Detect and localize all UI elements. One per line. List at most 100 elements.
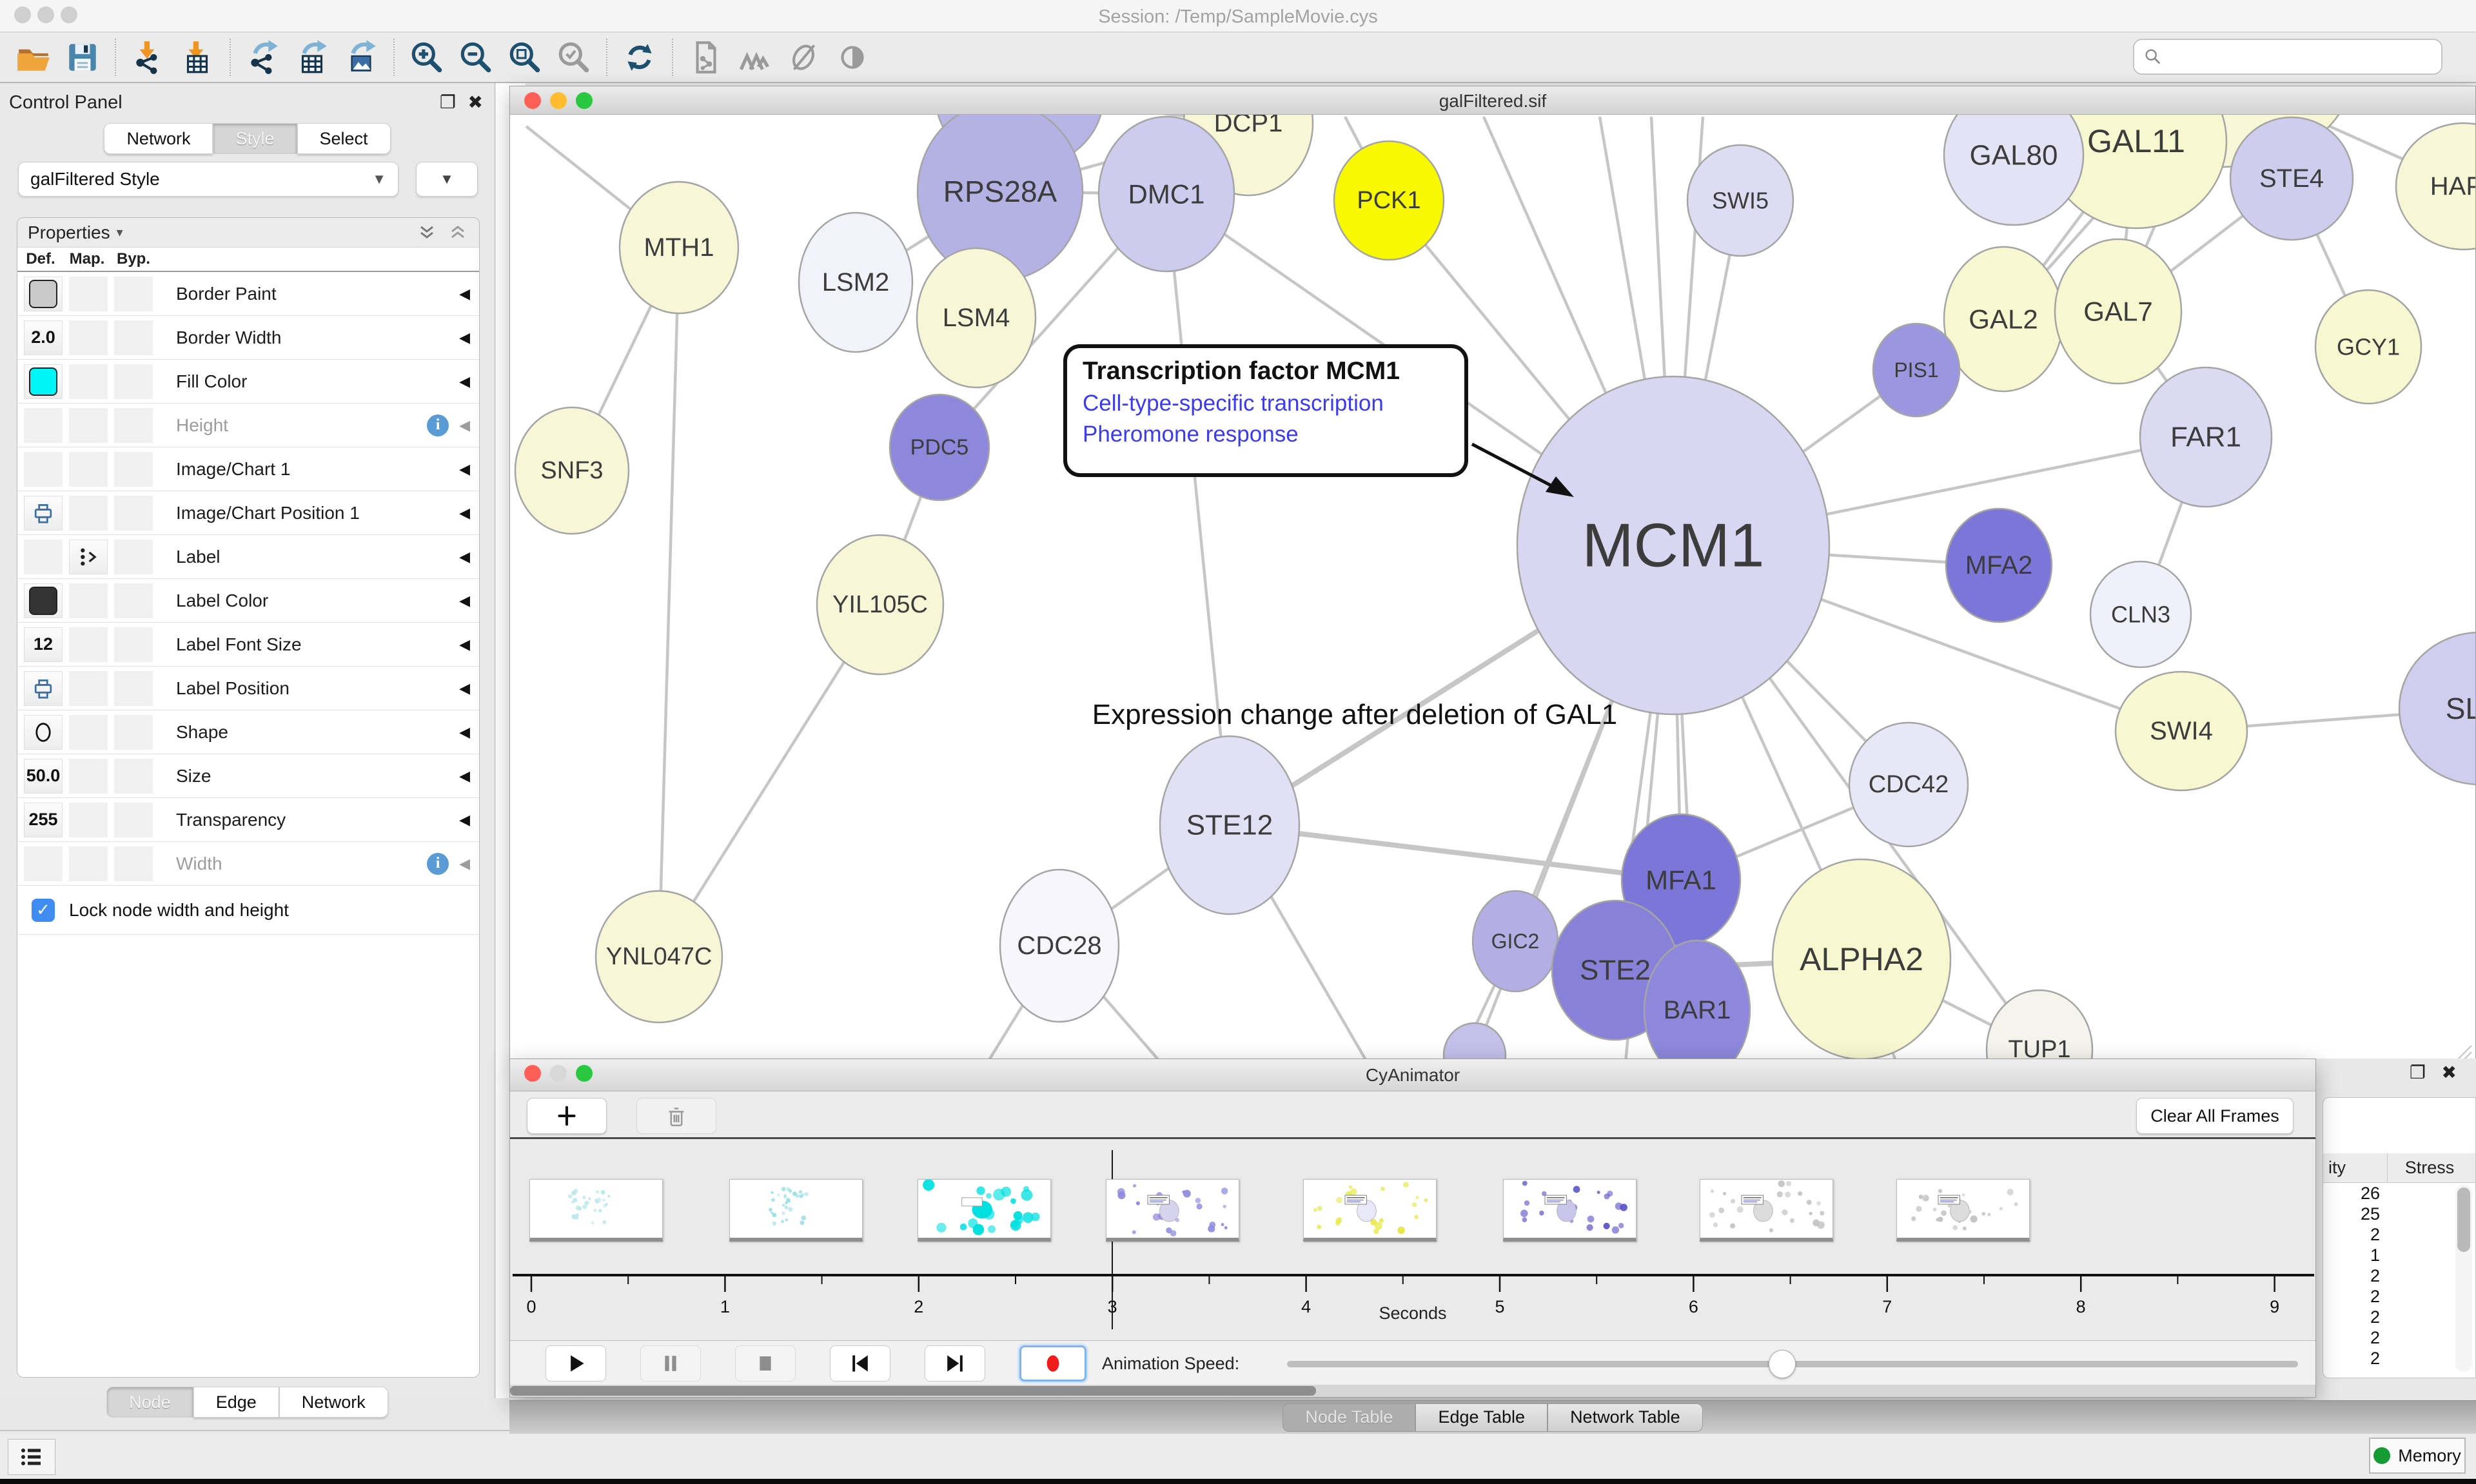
expand-row-icon[interactable]: ◀ [459, 855, 470, 872]
cyanimator-titlebar[interactable]: CyAnimator [510, 1059, 2315, 1091]
table-cell[interactable]: 2 [2323, 1327, 2380, 1348]
timeline-hscrollbar[interactable] [510, 1385, 2315, 1397]
open-session-button[interactable] [9, 35, 58, 80]
table-cell[interactable]: 2 [2323, 1265, 2380, 1286]
bypass-cell[interactable] [114, 496, 153, 531]
tab-edge-table[interactable]: Edge Table [1415, 1403, 1548, 1432]
expand-row-icon[interactable]: ◀ [459, 812, 470, 828]
pause-button[interactable] [640, 1345, 701, 1381]
network-node-cdc42[interactable]: CDC42 [1849, 723, 1968, 846]
network-overview-button[interactable] [730, 35, 779, 80]
tab-node-table[interactable]: Node Table [1282, 1403, 1415, 1432]
animation-speed-handle[interactable] [1769, 1350, 1796, 1378]
frame-thumbnail-0[interactable] [529, 1179, 663, 1242]
network-node-mfa2[interactable]: MFA2 [1946, 509, 2052, 622]
mapping-cell[interactable] [69, 364, 108, 399]
network-node-pdc5[interactable]: PDC5 [890, 395, 989, 500]
zoom-selected-button[interactable] [549, 35, 598, 80]
property-row[interactable]: Widthi◀ [17, 842, 479, 886]
default-value-cell[interactable] [24, 671, 63, 706]
default-value-cell[interactable] [24, 408, 63, 443]
table-cell[interactable]: 25 [2323, 1204, 2380, 1224]
network-node-cln3[interactable]: CLN3 [2090, 561, 2191, 667]
expand-row-icon[interactable]: ◀ [459, 461, 470, 478]
clear-all-frames-button[interactable]: Clear All Frames [2136, 1098, 2294, 1134]
network-node-pis1[interactable]: PIS1 [1873, 324, 1960, 416]
import-table-button[interactable] [173, 35, 222, 80]
network-node-ste12[interactable]: STE12 [1160, 736, 1299, 914]
default-value-cell[interactable] [24, 540, 63, 574]
expand-row-icon[interactable]: ◀ [459, 329, 470, 346]
bypass-cell[interactable] [114, 715, 153, 750]
expand-row-icon[interactable]: ◀ [459, 549, 470, 565]
frame-thumbnail-7[interactable] [1896, 1179, 2030, 1242]
zoom-in-button[interactable] [402, 35, 451, 80]
bypass-cell[interactable] [114, 408, 153, 443]
play-button[interactable] [545, 1345, 606, 1381]
property-row[interactable]: Label Position◀ [17, 667, 479, 710]
property-row[interactable]: Border Paint◀ [17, 272, 479, 316]
skip-end-button[interactable] [925, 1345, 985, 1381]
network-node-cdc28[interactable]: CDC28 [1000, 870, 1119, 1022]
network-node-gcy1[interactable]: GCY1 [2315, 290, 2421, 404]
network-edge[interactable] [659, 248, 679, 957]
bypass-cell[interactable] [114, 277, 153, 311]
mapping-cell[interactable] [69, 277, 108, 311]
default-value-cell[interactable]: 50.0 [24, 759, 63, 794]
default-value-cell[interactable] [24, 277, 63, 311]
default-value-cell[interactable] [24, 496, 63, 531]
property-row[interactable]: 2.0Border Width◀ [17, 316, 479, 360]
mapping-cell[interactable] [69, 320, 108, 355]
table-scrollbar-thumb[interactable] [2457, 1187, 2470, 1252]
network-node-lsm4[interactable]: LSM4 [917, 248, 1036, 387]
property-row[interactable]: 12Label Font Size◀ [17, 623, 479, 667]
network-node-far1[interactable]: FAR1 [2140, 367, 2272, 507]
network-node-gal7[interactable]: GAL7 [2055, 239, 2181, 384]
network-canvas[interactable]: GAL11DCP1RPS28ADMC1PCK1SWI5GAL80STE4HAP2… [510, 115, 2475, 1066]
expand-row-icon[interactable]: ◀ [459, 373, 470, 390]
open-network-file-button[interactable] [681, 35, 730, 80]
bypass-cell[interactable] [114, 803, 153, 837]
properties-header[interactable]: Properties ▾ [17, 218, 479, 248]
table-cell[interactable]: 26 [2323, 1183, 2380, 1204]
property-row[interactable]: Heighti◀ [17, 404, 479, 447]
default-value-cell[interactable] [24, 364, 63, 399]
network-node-ste4[interactable]: STE4 [2230, 117, 2353, 240]
save-session-button[interactable] [58, 35, 107, 80]
zoom-out-button[interactable] [451, 35, 500, 80]
refresh-layout-button[interactable] [615, 35, 664, 80]
bypass-cell[interactable] [114, 364, 153, 399]
skip-start-button[interactable] [830, 1345, 890, 1381]
network-node-alpha2[interactable]: ALPHA2 [1773, 859, 1950, 1059]
table-cell[interactable]: 2 [2323, 1224, 2380, 1245]
show-graphics-details-button[interactable] [828, 35, 877, 80]
annotation-link[interactable]: Cell-type-specific transcription [1083, 391, 1449, 416]
default-value-cell[interactable]: 12 [24, 627, 63, 662]
default-value-cell[interactable]: 255 [24, 803, 63, 837]
expand-row-icon[interactable]: ◀ [459, 286, 470, 302]
panel-close-icon[interactable]: ✖ [468, 93, 483, 112]
network-window-titlebar[interactable]: galFiltered.sif [510, 86, 2475, 115]
bypass-cell[interactable] [114, 320, 153, 355]
import-network-button[interactable] [124, 35, 173, 80]
property-row[interactable]: Image/Chart Position 1◀ [17, 491, 479, 535]
delete-frame-button[interactable] [636, 1098, 716, 1134]
mapping-cell[interactable] [69, 496, 108, 531]
export-network-button[interactable] [239, 35, 288, 80]
panel-float-icon[interactable]: ❐ [440, 93, 456, 112]
property-row[interactable]: Label Color◀ [17, 579, 479, 623]
network-node-snf3[interactable]: SNF3 [515, 407, 629, 534]
property-row[interactable]: Image/Chart 1◀ [17, 447, 479, 491]
frame-thumbnail-6[interactable] [1700, 1179, 1833, 1242]
table-cell[interactable]: 2 [2323, 1307, 2380, 1327]
mapping-cell[interactable] [69, 715, 108, 750]
table-column-0[interactable]: ity [2323, 1153, 2388, 1182]
network-node-slt2[interactable]: SLT2 [2399, 632, 2475, 785]
mapping-cell[interactable] [69, 627, 108, 662]
network-node-lsm2[interactable]: LSM2 [799, 213, 912, 352]
mapping-cell[interactable] [69, 408, 108, 443]
search-box[interactable] [2133, 39, 2442, 75]
bypass-cell[interactable] [114, 627, 153, 662]
property-row[interactable]: Label◀ [17, 535, 479, 579]
search-input[interactable] [2163, 44, 2441, 70]
